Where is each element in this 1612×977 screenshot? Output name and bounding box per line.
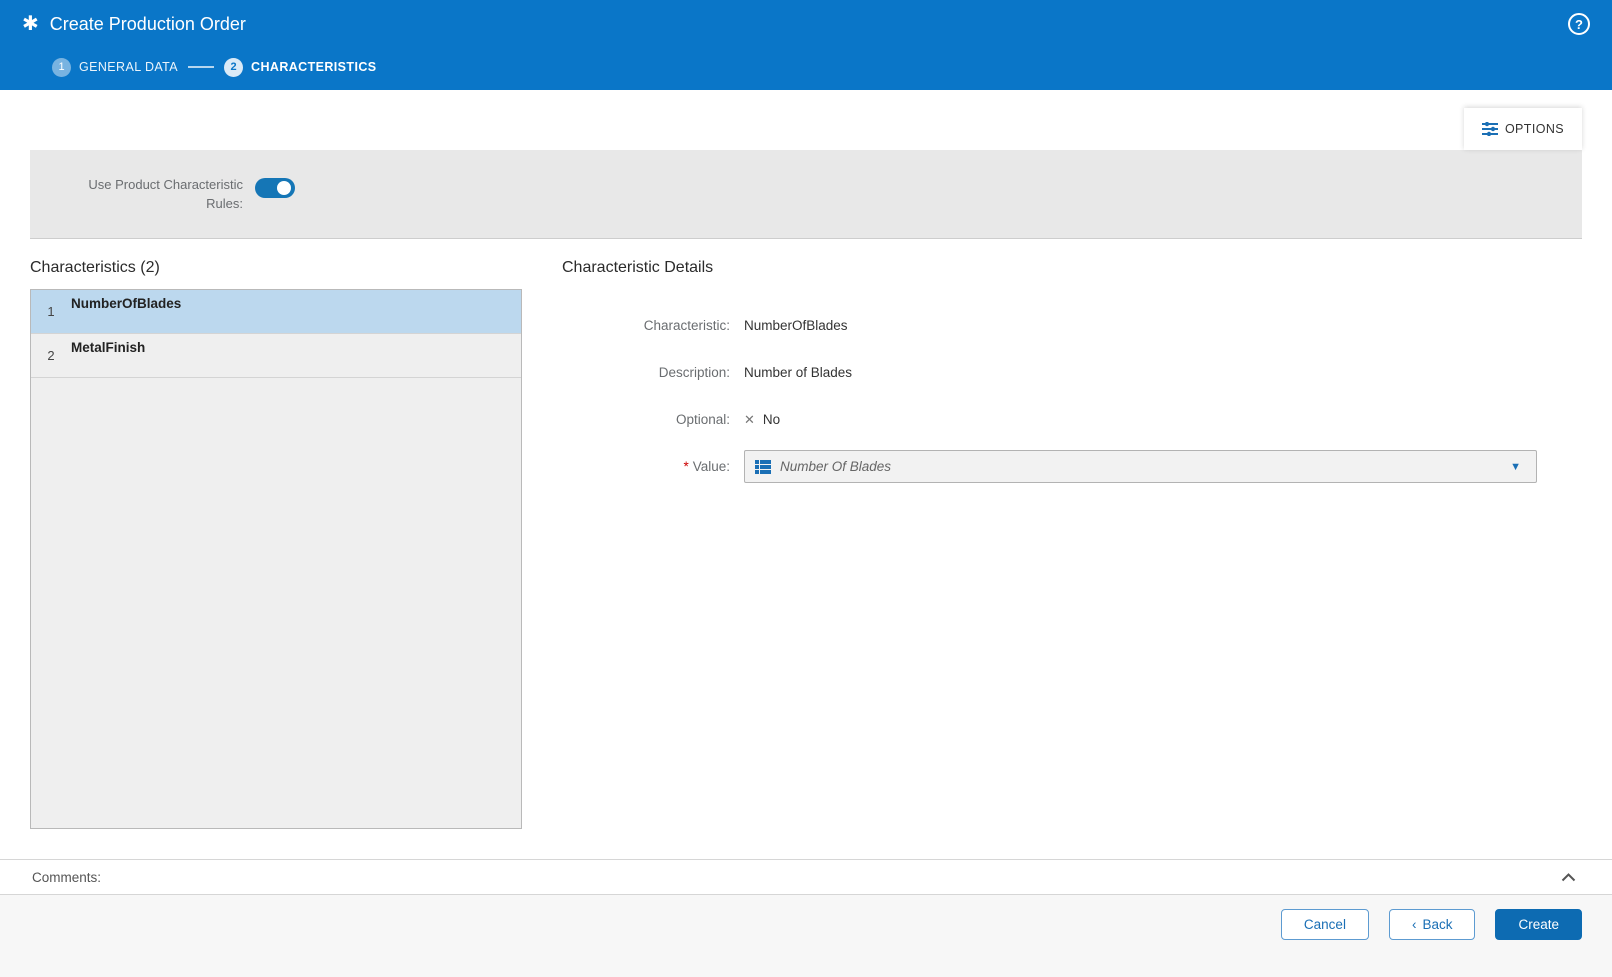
details-form: Characteristic: NumberOfBlades Descripti… [562,309,1537,483]
step-1-circle: 1 [52,58,71,77]
characteristics-column: Characteristics (2) 1 NumberOfBlades 2 M… [30,259,522,859]
row-index: 2 [31,334,71,377]
value-label-text: Value: [693,459,730,474]
optional-value: ✕ No [744,412,780,428]
help-icon[interactable]: ? [1568,13,1590,35]
value-help-grid-icon [755,460,771,474]
value-placeholder: Number Of Blades [780,459,1496,474]
back-label: Back [1422,917,1452,932]
toolbar-row: OPTIONS [30,108,1582,150]
value-combobox[interactable]: Number Of Blades ▼ [744,450,1537,483]
footer-bar: Cancel ‹ Back Create [0,895,1612,977]
page-title: Create Production Order [50,14,1557,35]
value-label: * Value: [562,459,744,474]
chevron-up-icon [1561,873,1576,882]
collapse-comments-button[interactable] [1557,869,1580,886]
required-marker: * [683,459,688,474]
characteristics-title: Characteristics (2) [30,259,522,277]
use-rules-label: Use Product Characteristic Rules: [75,175,243,214]
step-general-data[interactable]: 1 GENERAL DATA [52,58,178,77]
list-item-numberofblades[interactable]: 1 NumberOfBlades [31,290,521,334]
step-characteristics[interactable]: 2 CHARACTERISTICS [224,58,376,77]
options-sliders-icon [1482,122,1498,136]
comments-bar: Comments: [0,859,1612,895]
details-column: Characteristic Details Characteristic: N… [562,259,1582,859]
optional-row: Optional: ✕ No [562,403,1537,436]
row-index: 1 [31,290,71,333]
step-2-circle: 2 [224,58,243,77]
row-name: NumberOfBlades [71,290,181,333]
chevron-left-icon: ‹ [1412,917,1417,932]
back-button[interactable]: ‹ Back [1389,909,1476,940]
step-1-label: GENERAL DATA [79,60,178,74]
description-label: Description: [562,365,744,380]
chevron-down-icon[interactable]: ▼ [1505,461,1526,473]
create-label: Create [1518,917,1559,932]
description-row: Description: Number of Blades [562,356,1537,389]
wizard-steps: 1 GENERAL DATA 2 CHARACTERISTICS [22,48,1590,86]
use-rules-field: Use Product Characteristic Rules: [75,175,295,214]
characteristic-row: Characteristic: NumberOfBlades [562,309,1537,342]
step-2-label: CHARACTERISTICS [251,60,376,74]
row-name: MetalFinish [71,334,145,377]
main-content: OPTIONS Use Product Characteristic Rules… [0,90,1612,859]
asterisk-app-icon: ✱ [22,14,39,34]
optional-label: Optional: [562,412,744,427]
rules-panel: Use Product Characteristic Rules: [30,150,1582,239]
app-header: ✱ Create Production Order ? 1 GENERAL DA… [0,0,1612,90]
step-connector [188,66,214,68]
optional-value-text: No [763,412,780,427]
list-item-metalfinish[interactable]: 2 MetalFinish [31,334,521,378]
options-button[interactable]: OPTIONS [1464,108,1582,150]
x-icon: ✕ [744,412,755,428]
comments-label: Comments: [32,870,101,885]
cancel-label: Cancel [1304,917,1346,932]
characteristic-label: Characteristic: [562,318,744,333]
options-label: OPTIONS [1505,122,1564,136]
create-button[interactable]: Create [1495,909,1582,940]
toggle-knob [277,181,291,195]
description-value: Number of Blades [744,365,852,380]
title-row: ✱ Create Production Order ? [22,0,1590,48]
cancel-button[interactable]: Cancel [1281,909,1369,940]
content-columns: Characteristics (2) 1 NumberOfBlades 2 M… [30,259,1582,859]
characteristic-value: NumberOfBlades [744,318,848,333]
characteristics-list: 1 NumberOfBlades 2 MetalFinish [30,289,522,829]
value-row: *Value: Number Of B [562,450,1537,483]
use-product-characteristic-rules-toggle[interactable] [255,178,295,198]
details-title: Characteristic Details [562,259,1537,277]
